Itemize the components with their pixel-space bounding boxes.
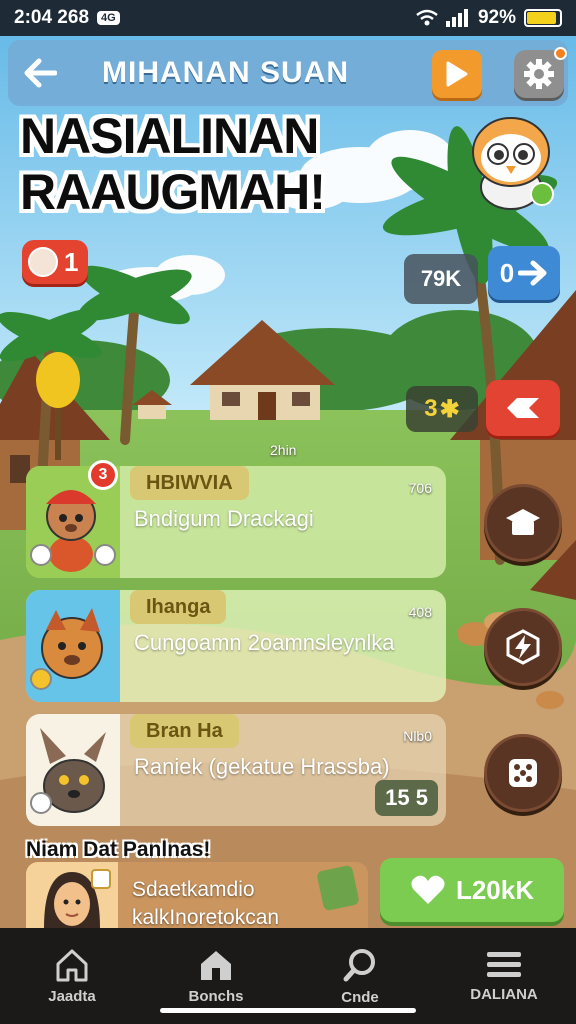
status-time: 2:04 268	[14, 7, 90, 28]
clock-icon	[30, 544, 52, 566]
quest-reward[interactable]: 15 5	[375, 780, 438, 816]
signal-icon	[445, 9, 468, 27]
network-badge: 4G	[97, 11, 120, 25]
play-button[interactable]	[432, 50, 482, 98]
heart-icon	[411, 875, 445, 904]
status-bar: 2:04 268 4G 92%	[0, 0, 576, 36]
nav-label: DALIANA	[470, 985, 538, 1003]
gift-button[interactable]	[486, 380, 560, 436]
coin-count: 79K	[420, 266, 462, 291]
quest-time: 706	[408, 480, 432, 496]
friend-avatar	[26, 862, 118, 928]
face-icon	[28, 247, 58, 277]
quest-card[interactable]: Ihanga Cungoamn 2oamnsleynlkа 408	[26, 590, 446, 702]
gem-count: 0	[499, 257, 515, 288]
arrow-right-icon	[518, 260, 547, 286]
refresh-icon	[94, 544, 116, 566]
battery-level	[527, 12, 556, 24]
settings-button[interactable]	[514, 47, 567, 98]
quest-title: Raniek (gekatue Hrassba)	[134, 754, 390, 779]
lightning-icon	[506, 629, 540, 665]
boost-button[interactable]	[484, 608, 562, 686]
friend-message-line-1: Sdaetkamdio	[132, 878, 255, 901]
friend-message: Sdaetkamdio kalkInoretokcan	[132, 876, 279, 928]
gift-chip-icon	[316, 864, 360, 912]
nav-item-home[interactable]: Jaadta	[0, 928, 144, 1024]
battery-icon	[524, 9, 562, 27]
quest-time: Nlb0	[403, 728, 432, 744]
menu-icon	[487, 951, 521, 977]
lives-counter[interactable]: 1	[22, 240, 88, 284]
friends-label: Niam Dat Panlnas!	[26, 838, 211, 861]
friend-card[interactable]: Sdaetkamdio kalkInoretokcan	[26, 862, 368, 928]
nav-item-menu[interactable]: DALIANA	[432, 928, 576, 1024]
dice-button[interactable]	[484, 734, 562, 812]
quest-tag: HBIWVIA	[130, 466, 249, 500]
coin-icon	[30, 668, 52, 690]
home-indicator[interactable]	[160, 1008, 416, 1013]
top-header: MIHANAN SUAN	[8, 40, 568, 106]
center-label: 2hin	[270, 442, 297, 458]
ticket-icon	[507, 398, 539, 418]
back-button[interactable]	[8, 40, 72, 106]
star-count: 3	[424, 395, 438, 422]
coin-counter[interactable]: 79K	[404, 254, 478, 304]
like-label: L20kK	[455, 874, 535, 905]
quest-card[interactable]: 3 HBIWVIA Bndigum Drackagi 706	[26, 460, 446, 578]
search-icon	[343, 948, 375, 981]
like-button[interactable]: L20kK	[380, 858, 564, 922]
school-button[interactable]	[484, 484, 562, 562]
star-counter[interactable]: 3 ✱	[406, 386, 478, 432]
quest-card[interactable]: Bran Ha Raniek (gekatue Hrassba) Nlb0 15…	[26, 714, 446, 826]
quest-badge: 3	[88, 460, 118, 490]
battery-percent: 92%	[477, 7, 516, 28]
event-banner: NASIALINAN RAAUGMAH!	[20, 108, 326, 220]
dice-icon	[509, 759, 537, 787]
owl-mascot[interactable]	[466, 112, 556, 212]
notification-dot	[554, 47, 567, 60]
banner-line-2: RAAUGMAH!	[20, 164, 326, 220]
play-icon	[446, 61, 468, 87]
quest-time: 408	[408, 604, 432, 620]
house-icon	[201, 950, 231, 980]
wifi-icon	[416, 9, 438, 26]
banner-line-1: NASIALINAN	[20, 108, 319, 164]
gem-button[interactable]: 0	[488, 246, 560, 300]
lives-count: 1	[64, 246, 79, 277]
quest-tag: Ihanga	[130, 590, 227, 624]
header-title: MIHANAN SUAN	[102, 56, 349, 89]
home-icon	[56, 949, 88, 981]
quest-title: Bndigum Drackagi	[134, 506, 314, 531]
friend-message-line-2: kalkInoretokcan	[132, 906, 280, 928]
compass-icon	[30, 792, 52, 814]
nav-label: Bonchs	[188, 987, 244, 1005]
nav-label: Jaadta	[48, 987, 96, 1005]
nav-label: Cnde	[341, 988, 379, 1006]
quest-title: Cungoamn 2oamnsleynlkа	[134, 630, 395, 655]
arrow-left-icon	[24, 58, 57, 88]
graduation-cap-icon	[506, 509, 540, 535]
reward-amount: 15 5	[385, 785, 428, 810]
star-icon: ✱	[439, 395, 460, 423]
gear-icon	[524, 59, 554, 89]
quest-tag: Bran Ha	[130, 714, 239, 748]
